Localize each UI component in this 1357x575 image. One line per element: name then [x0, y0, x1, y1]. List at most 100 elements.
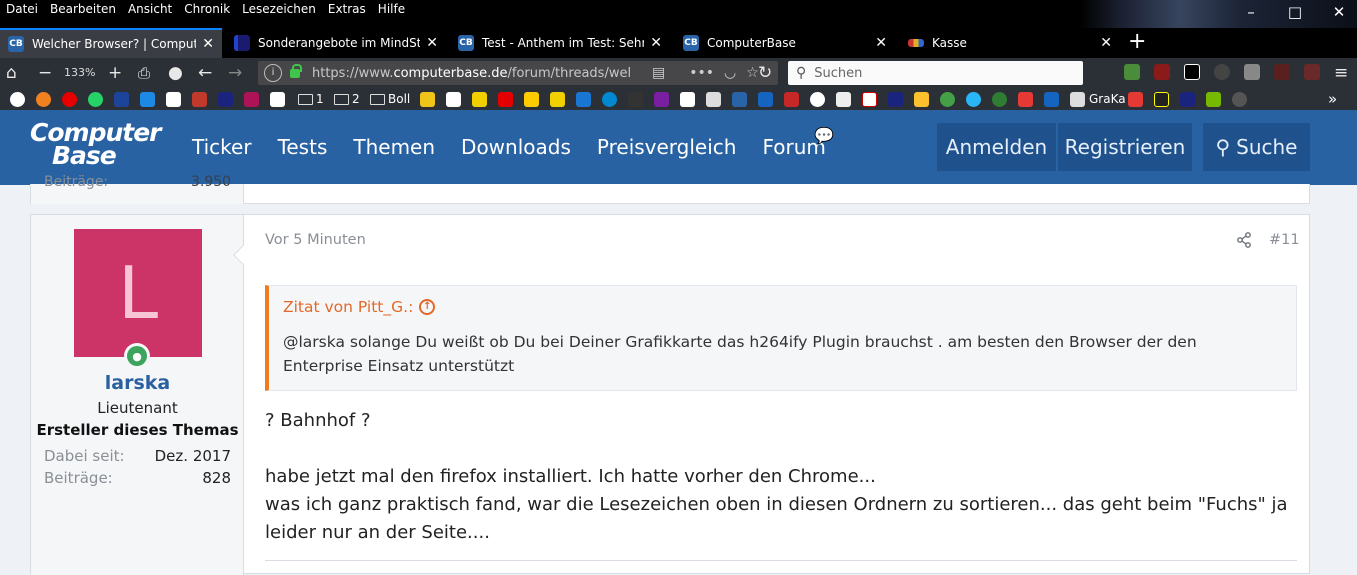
- bookmark-icon[interactable]: [654, 91, 669, 107]
- vodafone-bookmark-icon[interactable]: [62, 91, 77, 107]
- menu-hilfe[interactable]: Hilfe: [378, 2, 405, 16]
- font-extension-icon[interactable]: [1184, 64, 1200, 80]
- bookmark-icon[interactable]: [810, 91, 825, 107]
- minimize-button[interactable]: –: [1243, 3, 1259, 21]
- db-bookmark-icon[interactable]: [498, 91, 513, 107]
- arrow-up-circle-icon[interactable]: ↑: [419, 299, 436, 315]
- avatar[interactable]: L: [74, 229, 202, 357]
- gmx-bookmark-icon[interactable]: [114, 91, 129, 107]
- bookmark-icon[interactable]: [36, 91, 51, 107]
- nav-tests[interactable]: Tests: [278, 135, 328, 159]
- post-timestamp[interactable]: Vor 5 Minuten: [265, 232, 366, 248]
- tab-close-icon[interactable]: ✕: [875, 35, 887, 51]
- bookmark-icon[interactable]: [1232, 91, 1247, 107]
- bookmark-icon[interactable]: [966, 91, 981, 107]
- bookmark-folder-1[interactable]: 1: [298, 91, 324, 107]
- bookmark-icon[interactable]: [628, 91, 643, 107]
- bookmark-icon[interactable]: [446, 91, 461, 107]
- nav-downloads[interactable]: Downloads: [461, 135, 571, 159]
- bookmark-graka[interactable]: GraKa: [1070, 91, 1126, 107]
- google-bookmark-icon[interactable]: [10, 91, 25, 107]
- pocket-icon[interactable]: ◡: [724, 65, 736, 81]
- download-icon[interactable]: [1274, 64, 1290, 80]
- menu-ansicht[interactable]: Ansicht: [128, 2, 172, 16]
- page-actions-icon[interactable]: •••: [689, 65, 714, 81]
- bookmark-icon[interactable]: [192, 91, 207, 107]
- bookmark-icon[interactable]: [244, 91, 259, 107]
- menu-extras[interactable]: Extras: [328, 2, 366, 16]
- register-button[interactable]: Registrieren: [1058, 123, 1192, 171]
- amazon-bookmark-icon[interactable]: [680, 91, 695, 107]
- reader-view-icon[interactable]: ▤: [652, 65, 665, 81]
- tab-close-icon[interactable]: ✕: [426, 35, 438, 51]
- s-extension-icon[interactable]: [1244, 64, 1260, 80]
- tab-kasse[interactable]: Kasse ✕: [900, 28, 1120, 58]
- tab-mindstar[interactable]: Sonderangebote im MindStar | ✕: [226, 28, 446, 58]
- print-icon[interactable]: ⎙: [138, 62, 150, 84]
- quote-header[interactable]: Zitat von Pitt_G.: ↑: [283, 298, 436, 316]
- bookmark-icon[interactable]: [1180, 91, 1195, 107]
- whatsapp-bookmark-icon[interactable]: [88, 91, 103, 107]
- save-extension-icon[interactable]: [1304, 64, 1320, 80]
- tab-close-icon[interactable]: ✕: [202, 36, 214, 52]
- s3-extension-icon[interactable]: [1124, 64, 1140, 80]
- bookmark-icon[interactable]: [1018, 91, 1033, 107]
- ublock-icon[interactable]: [1154, 64, 1170, 80]
- menu-lesezeichen[interactable]: Lesezeichen: [242, 2, 316, 16]
- post-number-link[interactable]: #11: [1269, 232, 1300, 248]
- username-link[interactable]: larska: [31, 372, 244, 394]
- login-button[interactable]: Anmelden: [937, 123, 1056, 171]
- bookmark-icon[interactable]: [1154, 91, 1169, 107]
- bookmark-icon[interactable]: [602, 91, 617, 107]
- hamburger-menu-icon[interactable]: ≡: [1334, 62, 1348, 84]
- extension-icon[interactable]: ●: [168, 62, 183, 84]
- tab-close-icon[interactable]: ✕: [650, 35, 662, 51]
- nav-themen[interactable]: Themen: [353, 135, 435, 159]
- url-bar[interactable]: i https://www.computerbase.de/forum/thre…: [258, 61, 778, 85]
- tab-computerbase[interactable]: CB ComputerBase ✕: [675, 28, 895, 58]
- bookmark-icon[interactable]: [914, 91, 929, 107]
- site-search-button[interactable]: ⚲ Suche: [1203, 123, 1310, 171]
- google-bookmark-icon[interactable]: [706, 91, 721, 107]
- bookmark-icon[interactable]: [940, 91, 955, 107]
- nvidia-bookmark-icon[interactable]: [1206, 91, 1221, 107]
- computerbase-bookmark-icon[interactable]: [732, 91, 747, 107]
- more-bookmarks-icon[interactable]: »: [1328, 90, 1337, 108]
- new-tab-button[interactable]: +: [1128, 31, 1146, 53]
- tab-close-icon[interactable]: ✕: [1100, 35, 1112, 51]
- bookmark-icon[interactable]: [550, 91, 565, 107]
- bookmark-icon[interactable]: [576, 91, 591, 107]
- menu-datei[interactable]: Datei: [6, 2, 38, 16]
- zoom-in-icon[interactable]: +: [108, 62, 122, 84]
- bookmark-icon[interactable]: [420, 91, 435, 107]
- pcgh-bookmark-icon[interactable]: [758, 91, 773, 107]
- bookmark-icon[interactable]: [1128, 91, 1143, 107]
- bookmark-folder-2[interactable]: 2: [334, 91, 360, 107]
- menu-bearbeiten[interactable]: Bearbeiten: [50, 2, 116, 16]
- back-icon[interactable]: ←: [198, 62, 212, 84]
- bookmark-icon[interactable]: [1044, 91, 1059, 107]
- home-icon[interactable]: ⌂: [6, 62, 17, 84]
- zoom-level[interactable]: 133%: [64, 66, 95, 79]
- url-text[interactable]: https://www.computerbase.de/forum/thread…: [312, 66, 642, 81]
- forward-icon[interactable]: →: [228, 62, 242, 84]
- menu-chronik[interactable]: Chronik: [184, 2, 230, 16]
- bookmark-icon[interactable]: [836, 91, 851, 107]
- settings-extension-icon[interactable]: [1214, 64, 1230, 80]
- nav-preisvergleich[interactable]: Preisvergleich: [597, 135, 737, 159]
- bookmark-icon[interactable]: [862, 91, 877, 107]
- search-field[interactable]: ⚲ Suchen: [788, 61, 1083, 85]
- tab-welcher-browser[interactable]: CB Welcher Browser? | ComputerB ✕: [0, 28, 222, 58]
- play-bookmark-icon[interactable]: [140, 91, 155, 107]
- bookmark-icon[interactable]: [270, 91, 285, 107]
- bookmark-folder-boll[interactable]: Boll: [370, 91, 410, 107]
- bookmark-icon[interactable]: [992, 91, 1007, 107]
- amazon-bookmark-icon[interactable]: [166, 91, 181, 107]
- bookmark-star-icon[interactable]: ☆: [746, 65, 759, 81]
- computerbase-logo[interactable]: Computer Base: [30, 120, 162, 168]
- tab-anthem-test[interactable]: CB Test - Anthem im Test: Sehr sc ✕: [450, 28, 670, 58]
- nav-ticker[interactable]: Ticker: [192, 135, 252, 159]
- zoom-out-icon[interactable]: −: [38, 62, 52, 84]
- dhl-bookmark-icon[interactable]: [524, 91, 539, 107]
- bookmark-icon[interactable]: [472, 91, 487, 107]
